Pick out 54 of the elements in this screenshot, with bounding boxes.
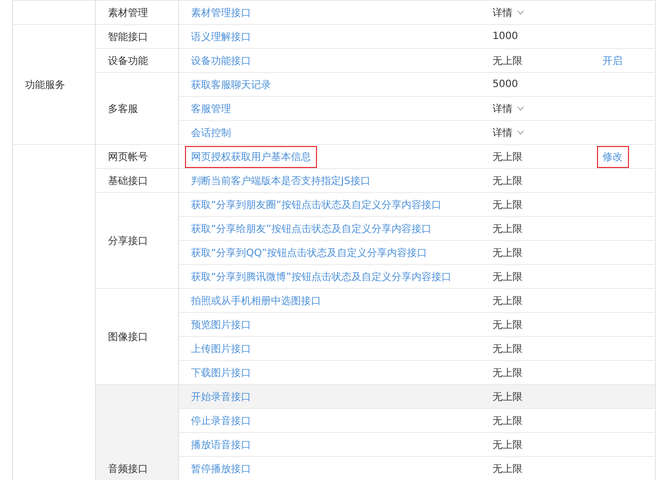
interface-link[interactable]: 预览图片接口 <box>185 314 257 336</box>
category-label: 素材管理 <box>108 8 148 18</box>
limit-text: 无上限 <box>492 296 522 306</box>
interface-link[interactable]: 获取“分享到QQ”按钮点击状态及自定义分享内容接口 <box>185 242 433 264</box>
interface-link[interactable]: 素材管理接口 <box>185 2 257 24</box>
category-label: 基础接口 <box>108 176 148 186</box>
interface-link[interactable]: 下载图片接口 <box>185 362 257 384</box>
interface-link[interactable]: 暂停播放接口 <box>185 458 257 480</box>
action-link[interactable]: 开启 <box>596 50 628 72</box>
details-dropdown[interactable]: 详情 <box>492 102 524 116</box>
category-label: 多客服 <box>108 104 138 114</box>
limit-text: 无上限 <box>492 248 522 258</box>
caret-icon <box>516 106 524 111</box>
limit-text: 1000 <box>492 31 518 42</box>
details-dropdown[interactable]: 详情 <box>492 6 524 20</box>
limit-text: 无上限 <box>492 152 522 162</box>
category-label: 网页帐号 <box>108 152 148 162</box>
category-label: 设备功能 <box>108 56 148 66</box>
limit-text: 无上限 <box>492 224 522 234</box>
limit-text: 5000 <box>492 79 518 90</box>
limit-text: 无上限 <box>492 416 522 426</box>
interface-link[interactable]: 网页授权获取用户基本信息 <box>185 146 317 168</box>
action-link[interactable]: 修改 <box>596 146 628 168</box>
interface-link[interactable]: 判断当前客户端版本是否支持指定JS接口 <box>185 170 376 192</box>
interface-link[interactable]: 上传图片接口 <box>185 338 257 360</box>
limit-text: 无上限 <box>492 392 522 402</box>
limit-text: 无上限 <box>492 200 522 210</box>
limit-text: 无上限 <box>492 320 522 330</box>
limit-text: 无上限 <box>492 272 522 282</box>
limit-text: 无上限 <box>492 368 522 378</box>
category-label: 分享接口 <box>108 236 148 246</box>
interface-link[interactable]: 获取客服聊天记录 <box>185 74 277 96</box>
category-label: 图像接口 <box>108 332 148 342</box>
details-dropdown[interactable]: 详情 <box>492 126 524 140</box>
interface-link[interactable]: 客服管理 <box>185 98 237 120</box>
caret-icon <box>516 10 524 15</box>
interface-link[interactable]: 获取“分享到朋友圈”按钮点击状态及自定义分享内容接口 <box>185 194 448 216</box>
interface-link[interactable]: 停止录音接口 <box>185 410 257 432</box>
interface-link[interactable]: 会话控制 <box>185 122 237 144</box>
category-label: 智能接口 <box>108 32 148 42</box>
interface-link[interactable]: 播放语音接口 <box>185 434 257 456</box>
limit-text: 无上限 <box>492 56 522 66</box>
interface-link[interactable]: 获取“分享给朋友”按钮点击状态及自定义分享内容接口 <box>185 218 438 240</box>
limit-text: 无上限 <box>492 440 522 450</box>
limit-text: 无上限 <box>492 464 522 474</box>
interface-link[interactable]: 设备功能接口 <box>185 50 257 72</box>
caret-icon <box>516 130 524 135</box>
category-label: 音频接口 <box>108 464 148 475</box>
group-label: 功能服务 <box>25 80 65 90</box>
limit-text: 无上限 <box>492 176 522 186</box>
interface-link[interactable]: 拍照或从手机相册中选图接口 <box>185 290 327 312</box>
interface-link[interactable]: 获取“分享到腾讯微博”按钮点击状态及自定义分享内容接口 <box>185 266 458 288</box>
limit-text: 无上限 <box>492 344 522 354</box>
interface-link[interactable]: 语义理解接口 <box>185 26 257 48</box>
